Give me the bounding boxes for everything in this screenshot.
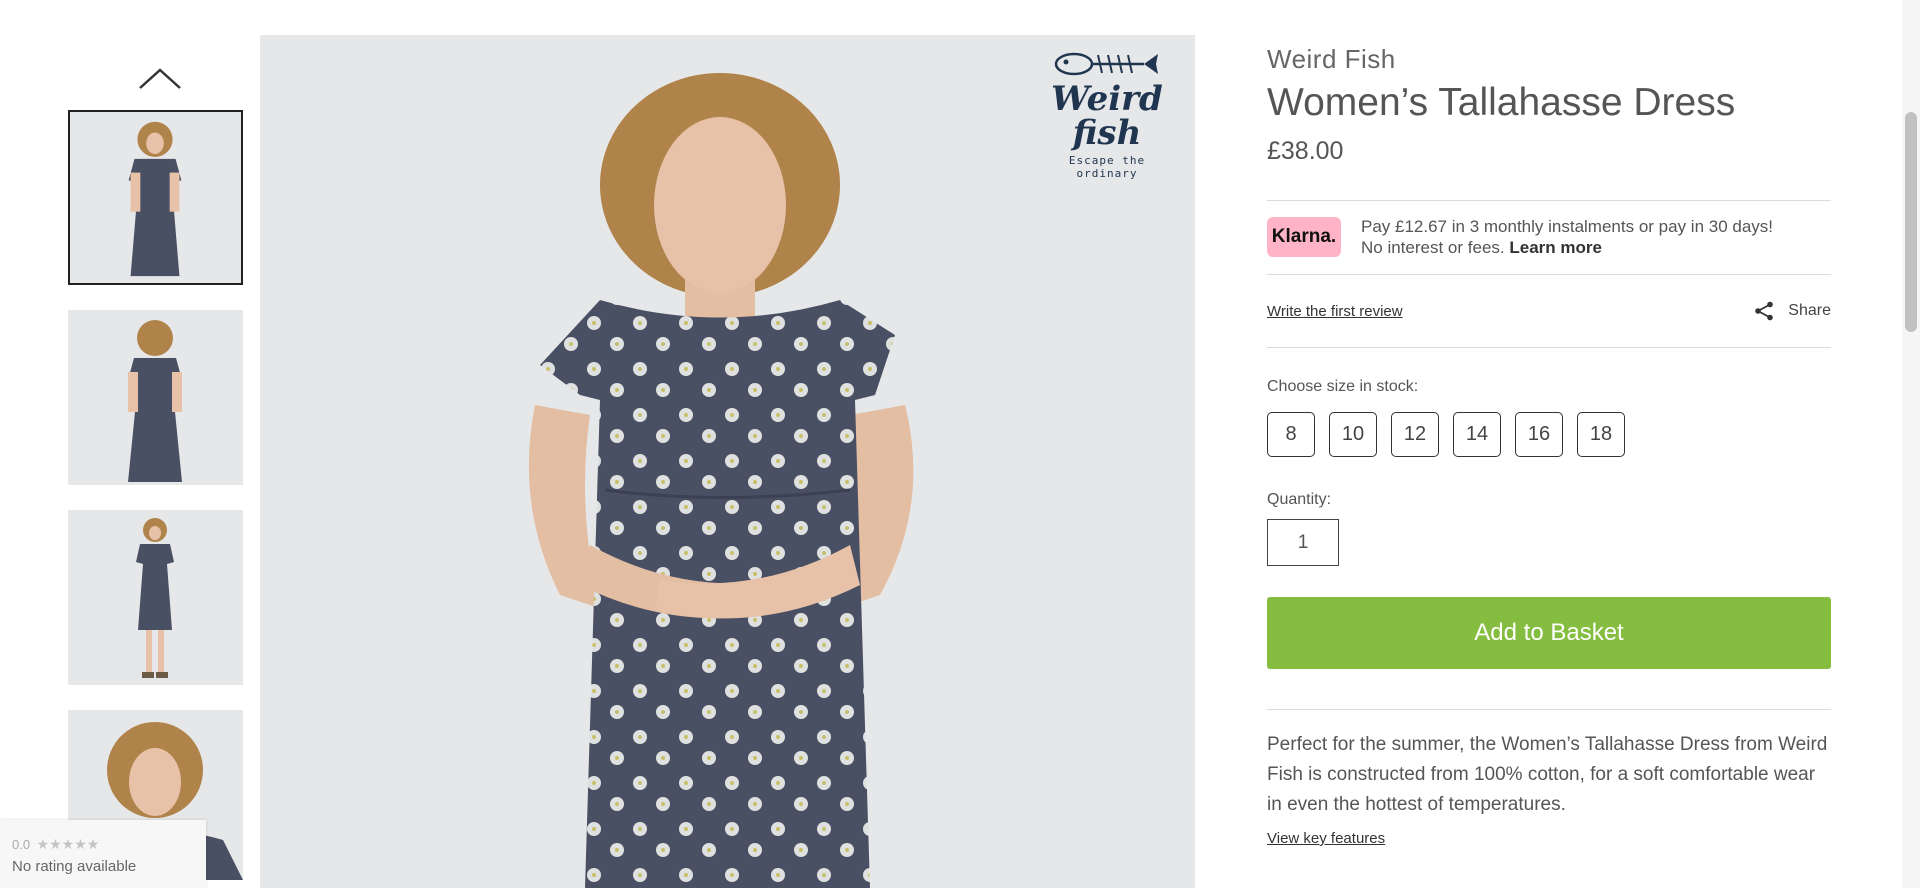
klarna-no-fees: No interest or fees.	[1361, 238, 1505, 257]
quantity-input[interactable]	[1267, 519, 1339, 566]
logo-wordmark: Weird fish	[1051, 79, 1163, 153]
product-info-panel: Weird Fish Women’s Tallahasse Dress £38.…	[1267, 44, 1831, 848]
size-button-10[interactable]: 10	[1329, 412, 1377, 457]
size-button-12[interactable]: 12	[1391, 412, 1439, 457]
product-description: Perfect for the summer, the Women’s Tall…	[1267, 734, 1828, 815]
thumbnail-full-length[interactable]	[68, 510, 243, 685]
share-button[interactable]: Share	[1754, 301, 1831, 321]
main-product-image[interactable]: Weird fish Escape the ordinary	[260, 35, 1195, 888]
divider	[1267, 709, 1831, 710]
size-selector: 8 10 12 14 16 18	[1267, 412, 1831, 457]
logo-tagline: Escape the ordinary	[1068, 154, 1146, 180]
thumbnail-front-image	[128, 121, 182, 277]
product-title: Women’s Tallahasse Dress	[1267, 81, 1736, 124]
size-button-16[interactable]: 16	[1515, 412, 1563, 457]
fish-skeleton-icon	[1054, 52, 1158, 76]
product-price: £38.00	[1267, 137, 1344, 165]
review-share-row: Write the first review Share	[1267, 275, 1831, 347]
rating-stars-icon: ★★★★★	[36, 836, 100, 852]
product-brand: Weird Fish	[1267, 44, 1396, 74]
weird-fish-logo: Weird fish Escape the ordinary	[1037, 51, 1177, 180]
thumbnail-full-length-image	[136, 518, 174, 678]
rating-summary: 0.0 ★★★★★	[12, 836, 206, 854]
share-icon	[1755, 301, 1774, 321]
klarna-logo: Klarna.	[1267, 217, 1341, 257]
size-button-8[interactable]: 8	[1267, 412, 1315, 457]
page-scrollbar[interactable]	[1902, 0, 1920, 888]
size-button-14[interactable]: 14	[1453, 412, 1501, 457]
share-label: Share	[1788, 302, 1831, 319]
write-review-link[interactable]: Write the first review	[1267, 303, 1403, 320]
thumbnail-back-image	[128, 320, 182, 482]
rating-widget[interactable]: 0.0 ★★★★★ No rating available	[0, 820, 206, 888]
klarna-line-2: No interest or fees. Learn more	[1361, 237, 1773, 258]
klarna-line-1: Pay £12.67 in 3 monthly instalments or p…	[1361, 217, 1774, 236]
klarna-learn-more-link[interactable]: Learn more	[1509, 238, 1602, 257]
klarna-message: Pay £12.67 in 3 monthly instalments or p…	[1361, 216, 1773, 258]
thumbnail-front[interactable]	[68, 110, 243, 285]
thumbnails-up-arrow-icon[interactable]	[136, 64, 184, 92]
quantity-label: Quantity:	[1267, 491, 1332, 508]
scrollbar-thumb[interactable]	[1905, 112, 1917, 332]
view-key-features-link[interactable]: View key features	[1267, 830, 1385, 847]
rating-score: 0.0	[12, 837, 31, 852]
rating-status: No rating available	[12, 858, 137, 875]
size-button-18[interactable]: 18	[1577, 412, 1625, 457]
add-to-basket-button[interactable]: Add to Basket	[1267, 597, 1831, 669]
klarna-payment-info: Klarna. Pay £12.67 in 3 monthly instalme…	[1267, 201, 1831, 274]
divider	[1267, 347, 1831, 348]
thumbnail-back[interactable]	[68, 310, 243, 485]
size-label: Choose size in stock:	[1267, 378, 1419, 395]
